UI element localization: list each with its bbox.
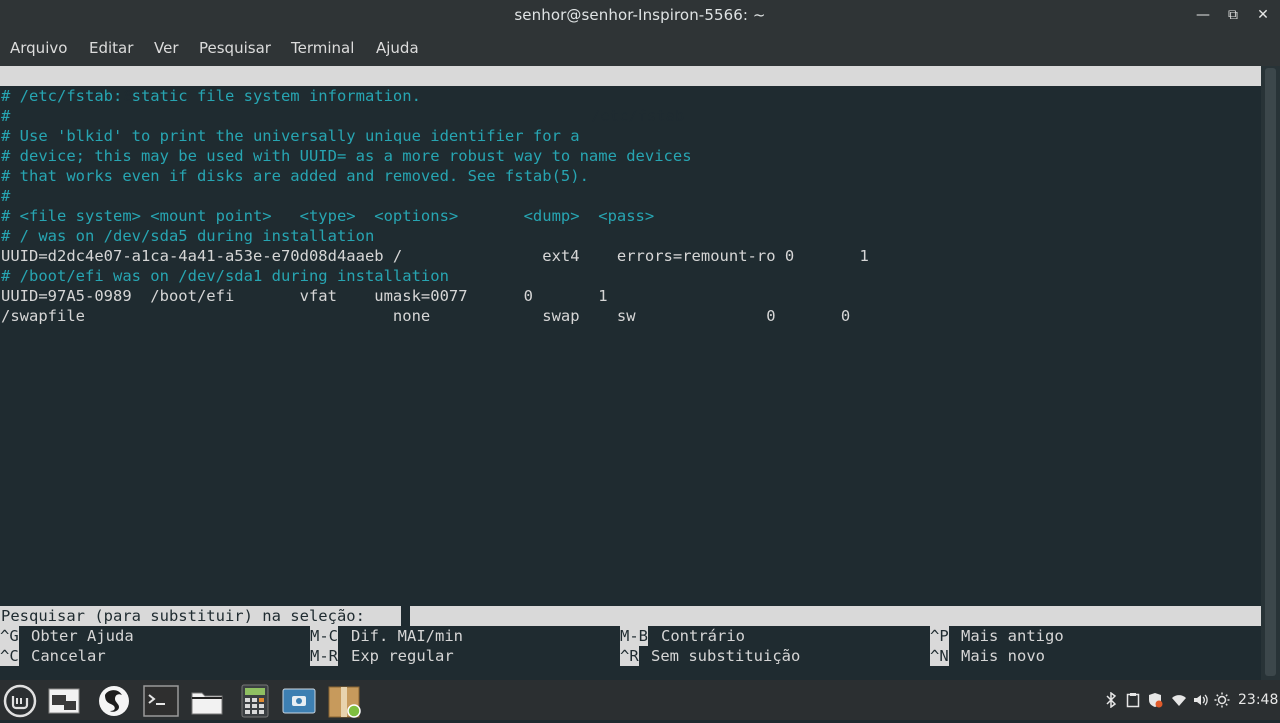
archive-manager-icon[interactable] (326, 683, 362, 719)
menu-terminal[interactable]: Terminal (291, 39, 354, 57)
shortcut-label: Dif. MAI/min (351, 627, 463, 645)
shortcut-key: ^N (930, 646, 949, 666)
shortcut-label: Sem substituição (651, 647, 801, 665)
scrollbar[interactable] (1261, 66, 1280, 680)
comment-line[interactable]: # that works even if disks are added and… (1, 166, 589, 186)
volume-icon[interactable] (1192, 680, 1208, 720)
comment-line[interactable]: # (1, 186, 10, 206)
terminal-icon[interactable] (143, 683, 179, 719)
comment-line[interactable]: # device; this may be used with UUID= as… (1, 146, 692, 166)
nano-filename: /etc/fstab (591, 107, 685, 125)
shortcut-label: Mais antigo (961, 627, 1064, 645)
menu-bar: Arquivo Editar Ver Pesquisar Terminal Aj… (0, 30, 1280, 66)
comment-line[interactable]: # <file system> <mount point> <type> <op… (1, 206, 654, 226)
firefox-icon[interactable] (96, 683, 132, 719)
shortcut-key: M-C (310, 626, 338, 646)
shortcut-key: ^C (0, 646, 19, 666)
minimize-button[interactable]: — (1192, 4, 1214, 26)
comment-line[interactable]: # / was on /dev/sda5 during installation (1, 226, 374, 246)
bluetooth-icon[interactable] (1104, 680, 1118, 720)
maximize-button[interactable]: ⧉ (1222, 4, 1244, 26)
search-input-cursor[interactable] (401, 606, 410, 626)
search-prompt-bar[interactable]: Pesquisar (para substituir) na seleção: (0, 606, 1261, 626)
window-title: senhor@senhor-Inspiron-5566: ~ (514, 6, 766, 24)
show-desktop-icon[interactable] (46, 683, 82, 719)
shortcut-key: M-B (620, 626, 648, 646)
menu-ajuda[interactable]: Ajuda (376, 39, 419, 57)
menu-pesquisar[interactable]: Pesquisar (199, 39, 271, 57)
taskbar: 23:48 (0, 680, 1280, 720)
brightness-icon[interactable] (1214, 680, 1230, 720)
menu-ver[interactable]: Ver (154, 39, 179, 57)
shortcut-key: ^G (0, 626, 19, 646)
screenshot-icon[interactable] (281, 683, 317, 719)
shortcut-label: Mais novo (961, 647, 1045, 665)
comment-line[interactable]: # /boot/efi was on /dev/sda1 during inst… (1, 266, 449, 286)
calculator-icon[interactable] (237, 683, 273, 719)
shortcut-key: ^R (620, 646, 639, 666)
shortcut-label: Exp regular (351, 647, 454, 665)
shortcut-label: Contrário (661, 627, 745, 645)
shortcut-key: M-R (310, 646, 338, 666)
comment-line[interactable]: # Use 'blkid' to print the universally u… (1, 126, 580, 146)
comment-line[interactable]: # /etc/fstab: static file system informa… (1, 86, 421, 106)
menu-editar[interactable]: Editar (89, 39, 133, 57)
shield-update-icon[interactable] (1147, 680, 1163, 720)
config-line[interactable]: /swapfile none swap sw 0 0 (1, 306, 850, 326)
scrollbar-thumb[interactable] (1265, 68, 1276, 676)
clipboard-icon[interactable] (1126, 680, 1140, 720)
shortcut-key: ^P (930, 626, 949, 646)
wifi-icon[interactable] (1171, 680, 1187, 720)
shortcut-label: Obter Ajuda (31, 627, 134, 645)
config-line[interactable]: UUID=97A5-0989 /boot/efi vfat umask=0077… (1, 286, 608, 306)
menu-arquivo[interactable]: Arquivo (10, 39, 67, 57)
shortcut-label: Cancelar (31, 647, 106, 665)
window-titlebar: senhor@senhor-Inspiron-5566: ~ — ⧉ ✕ (0, 0, 1280, 30)
nano-title-bar: GNU nano 4.8 /etc/fstab (0, 66, 1261, 125)
terminal-area[interactable]: GNU nano 4.8 /etc/fstab # /etc/fstab: st… (0, 66, 1280, 680)
search-prompt-label: Pesquisar (para substituir) na seleção: (1, 607, 365, 625)
files-icon[interactable] (189, 683, 225, 719)
config-line[interactable]: UUID=d2dc4e07-a1ca-4a41-a53e-e70d08d4aae… (1, 246, 869, 266)
comment-line[interactable]: # (1, 106, 10, 126)
clock[interactable]: 23:48 (1238, 680, 1278, 720)
close-button[interactable]: ✕ (1252, 4, 1274, 26)
mint-menu-icon[interactable] (2, 683, 38, 719)
